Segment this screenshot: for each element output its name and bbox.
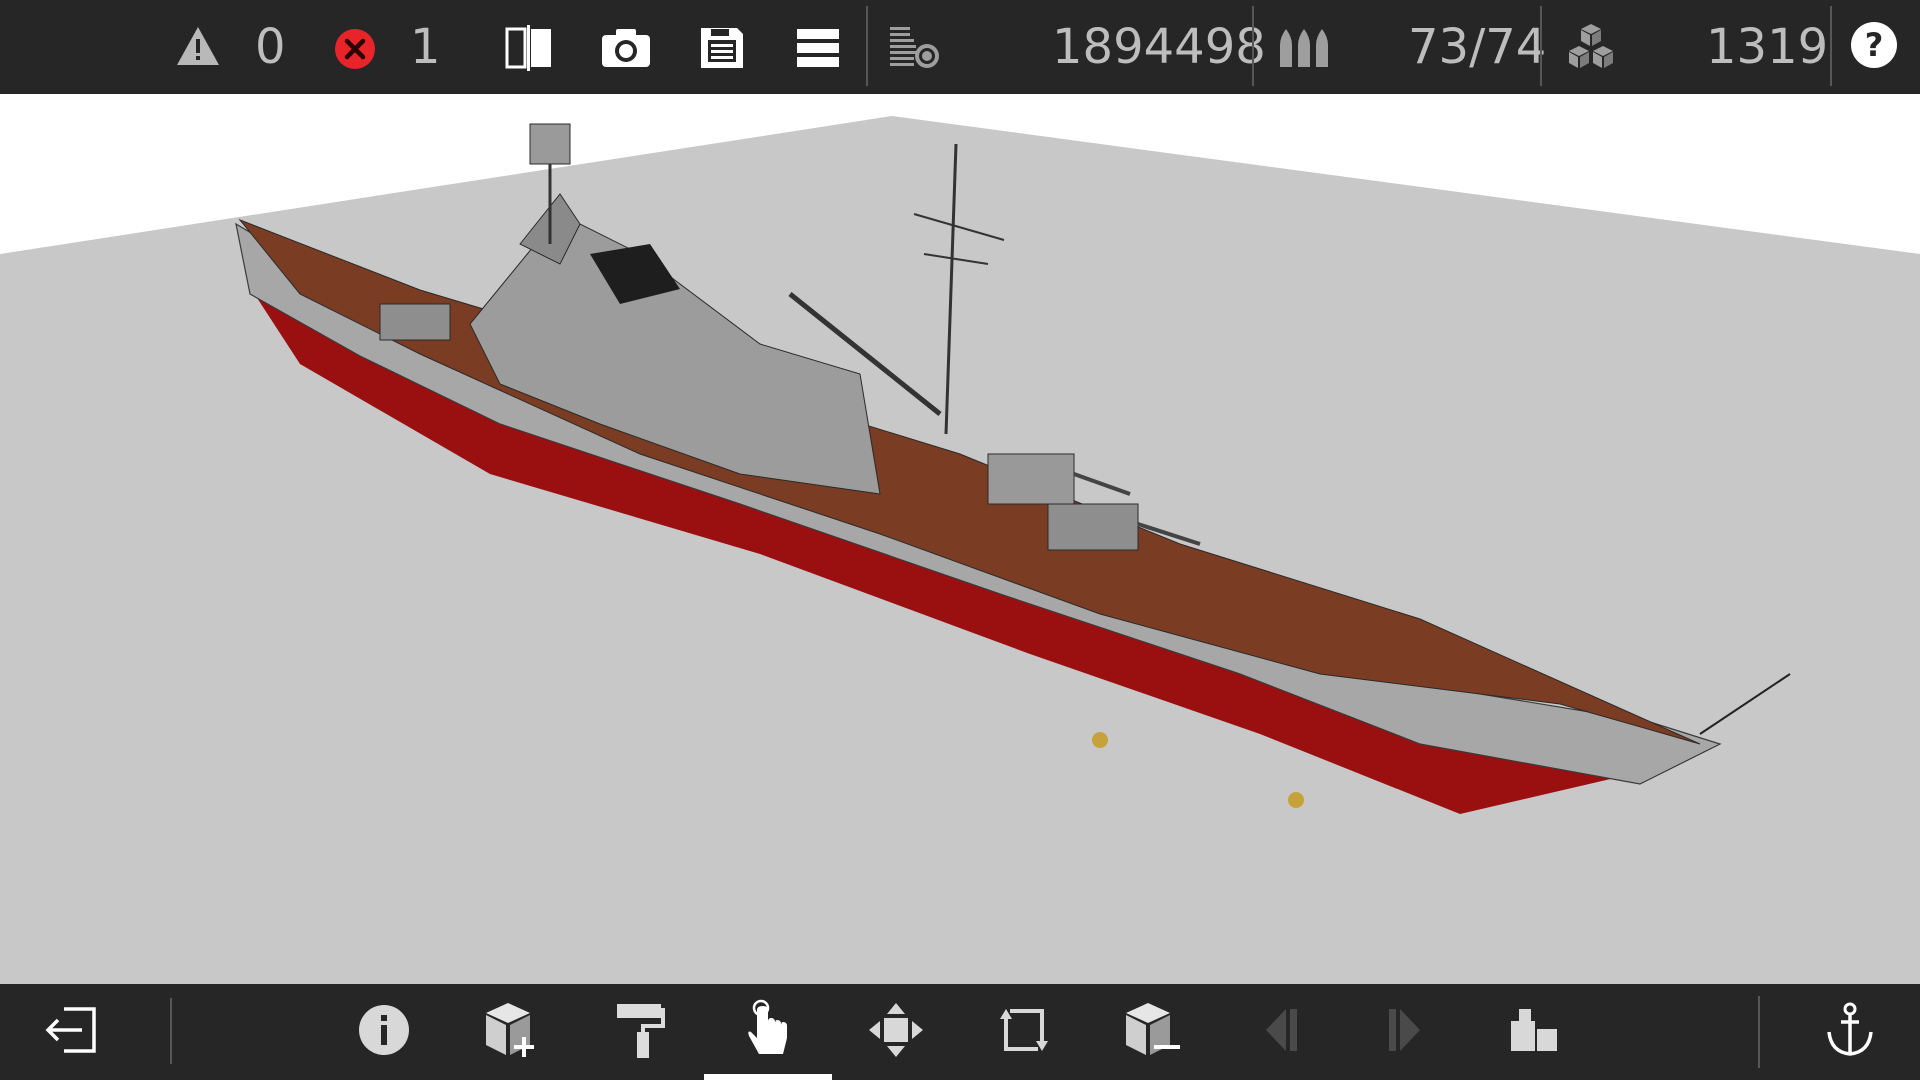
step-back-icon	[1258, 1007, 1302, 1058]
divider	[1830, 6, 1832, 86]
exit-door-icon	[42, 1005, 102, 1060]
blocks-count-icon	[1562, 20, 1620, 76]
redo-button[interactable]	[1342, 984, 1470, 1080]
divider	[866, 6, 868, 86]
divider	[170, 998, 172, 1064]
folder-group-icon	[1509, 1007, 1559, 1058]
3d-viewport[interactable]	[0, 94, 1920, 984]
shells-ammo-icon	[1274, 22, 1334, 74]
add-block-icon	[480, 1001, 544, 1064]
remove-part-button[interactable]	[1088, 984, 1216, 1080]
anchor-button[interactable]	[1786, 984, 1914, 1080]
rotate-button[interactable]	[960, 984, 1088, 1080]
ammo-value: 73/74	[1408, 19, 1547, 75]
rotate-frame-icon	[996, 1003, 1052, 1062]
move-button[interactable]	[832, 984, 960, 1080]
paint-button[interactable]	[576, 984, 704, 1080]
group-button[interactable]	[1470, 984, 1598, 1080]
divider	[1252, 6, 1254, 86]
paint-roller-icon	[613, 1000, 667, 1065]
error-count: 1	[410, 19, 441, 75]
info-button[interactable]	[320, 984, 448, 1080]
cost-value: 1894498	[1052, 19, 1266, 75]
hand-pointer-icon	[743, 998, 793, 1067]
top-status-bar: 0 1 1894498 73/74 1319 ?	[0, 0, 1920, 94]
symmetry-mirror-icon[interactable]	[500, 22, 560, 74]
step-forward-icon	[1384, 1007, 1428, 1058]
info-icon	[357, 1003, 411, 1062]
undo-button[interactable]	[1216, 984, 1344, 1080]
divider	[1540, 6, 1542, 86]
bottom-toolbar	[0, 984, 1920, 1080]
remove-block-icon	[1120, 1001, 1184, 1064]
layers-menu-icon[interactable]	[790, 22, 846, 74]
warning-count: 0	[255, 19, 286, 75]
select-tool-button[interactable]	[704, 984, 832, 1080]
add-part-button[interactable]	[448, 984, 576, 1080]
help-label: ?	[1851, 22, 1897, 68]
anchor-icon	[1825, 1002, 1875, 1063]
parts-value: 1319	[1706, 19, 1829, 75]
floppy-save-icon[interactable]	[694, 22, 750, 74]
cost-coins-icon	[884, 22, 944, 74]
divider	[1758, 996, 1760, 1068]
ship-scene[interactable]	[0, 94, 1920, 984]
camera-icon[interactable]	[596, 22, 656, 74]
exit-button[interactable]	[8, 984, 136, 1080]
warning-triangle-icon[interactable]	[174, 24, 222, 68]
error-x-icon[interactable]	[332, 26, 378, 72]
move-arrows-icon	[867, 1001, 925, 1064]
help-question-icon[interactable]: ?	[1850, 20, 1898, 70]
